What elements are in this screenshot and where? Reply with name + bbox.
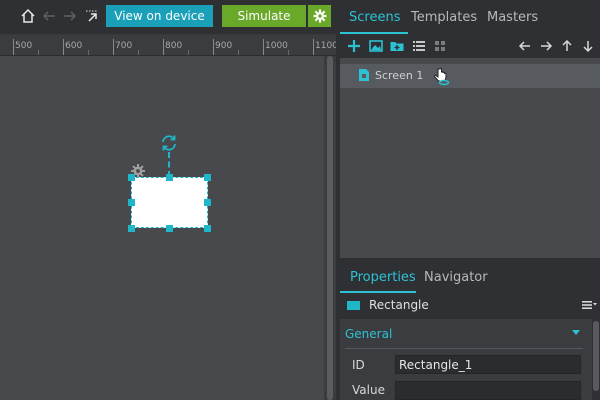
rectangle-type-icon: [347, 301, 360, 310]
menu-icon[interactable]: [581, 298, 597, 312]
screens-tab-bar: Screens Templates Masters: [340, 0, 600, 34]
arrow-right-icon[interactable]: [538, 38, 554, 54]
simulate-settings-button[interactable]: [308, 5, 331, 27]
canvas-scrollbar-thumb[interactable]: [327, 56, 333, 400]
resize-handle-right[interactable]: [204, 199, 211, 206]
ruler-label: 600: [65, 41, 83, 51]
id-field[interactable]: [395, 355, 581, 374]
ruler-label: 800: [165, 41, 183, 51]
ruler-tick: [163, 39, 164, 55]
main-toolbar: View on device Simulate: [0, 0, 336, 34]
view-on-device-button[interactable]: View on device: [106, 5, 213, 27]
simulate-button[interactable]: Simulate: [222, 5, 306, 27]
properties-header: Rectangle: [340, 293, 600, 319]
arrow-left-icon[interactable]: [517, 38, 533, 54]
resize-handle-top-right[interactable]: [204, 174, 211, 181]
value-field[interactable]: [395, 381, 581, 400]
resize-handle-top[interactable]: [166, 174, 173, 181]
id-field-label: ID: [352, 358, 365, 372]
canvas-vertical-scrollbar[interactable]: [324, 56, 336, 400]
value-field-label: Value: [352, 383, 385, 397]
general-section-title[interactable]: General: [345, 327, 392, 341]
horizontal-ruler: 500 600 700 800 900 1000 1100: [0, 34, 336, 56]
tab-screens[interactable]: Screens: [349, 10, 400, 25]
chevron-down-icon[interactable]: [572, 330, 580, 335]
resize-handle-left[interactable]: [128, 199, 135, 206]
tab-templates[interactable]: Templates: [411, 10, 477, 25]
resize-handle-bottom-left[interactable]: [128, 225, 135, 232]
add-image-icon[interactable]: [368, 38, 384, 54]
tab-masters[interactable]: Masters: [487, 10, 538, 25]
properties-scrollbar[interactable]: [592, 319, 600, 400]
gear-icon: [312, 9, 327, 23]
undo-icon[interactable]: [40, 7, 58, 25]
add-folder-icon[interactable]: [389, 38, 405, 54]
add-screen-icon[interactable]: [346, 38, 362, 54]
ruler-tick: [113, 39, 114, 55]
home-icon[interactable]: [19, 7, 37, 25]
arrow-up-icon[interactable]: [559, 38, 575, 54]
element-type-label: Rectangle: [369, 298, 429, 312]
ruler-label: 1000: [265, 41, 288, 51]
resize-handle-bottom-right[interactable]: [204, 225, 211, 232]
properties-scrollbar-thumb[interactable]: [593, 321, 599, 391]
design-canvas[interactable]: [0, 56, 324, 400]
rectangle-widget[interactable]: [131, 177, 208, 228]
ruler-label: 700: [115, 41, 133, 51]
ruler-tick: [263, 39, 264, 55]
rotate-icon[interactable]: [159, 133, 179, 153]
ruler-label: 900: [215, 41, 233, 51]
resize-handle-top-left[interactable]: [128, 174, 135, 181]
list-view-icon[interactable]: [411, 38, 427, 54]
grid-view-icon[interactable]: [432, 38, 448, 54]
properties-body: General ID Value: [340, 319, 592, 400]
screen-label: Screen 1: [375, 69, 424, 82]
properties-tab-bar: Properties Navigator: [340, 263, 600, 293]
fit-arrow-icon[interactable]: [83, 7, 101, 25]
screen-icon: [359, 69, 369, 81]
section-divider: [345, 348, 583, 349]
arrow-down-icon[interactable]: [580, 38, 596, 54]
screens-toolbar: [340, 34, 600, 58]
redo-icon[interactable]: [61, 7, 79, 25]
ruler-tick: [213, 39, 214, 55]
ruler-tick: [313, 39, 314, 55]
tab-navigator[interactable]: Navigator: [424, 270, 488, 285]
list-item-screen[interactable]: Screen 1: [340, 64, 600, 88]
ruler-label: 500: [15, 41, 33, 51]
tab-properties[interactable]: Properties: [350, 270, 416, 285]
hand-cursor-icon: [434, 67, 450, 86]
screens-list: Screen 1: [340, 58, 600, 258]
resize-handle-bottom[interactable]: [166, 225, 173, 232]
right-panel: Screens Templates Masters Screen 1 Prope…: [336, 0, 600, 400]
ruler-tick: [13, 39, 14, 55]
ruler-tick: [63, 39, 64, 55]
ruler-label: 1100: [315, 41, 336, 51]
